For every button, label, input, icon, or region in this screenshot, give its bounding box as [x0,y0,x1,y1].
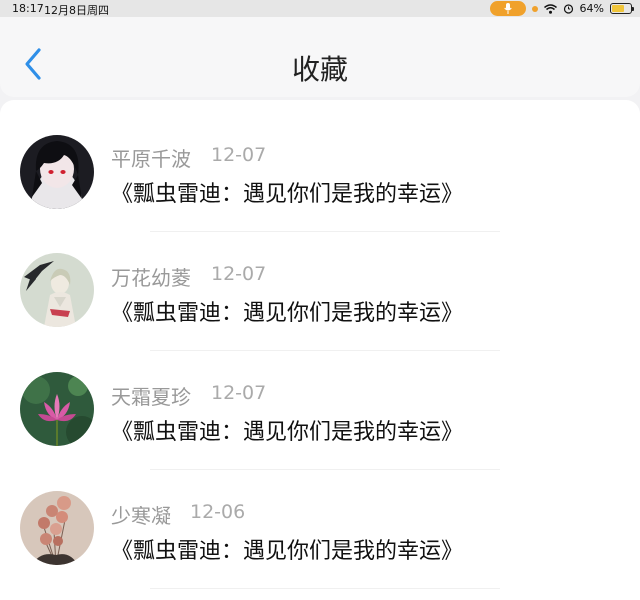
status-time: 18:17 [12,2,44,15]
avatar[interactable] [20,372,94,446]
date: 12-06 [190,501,246,523]
alarm-icon [563,4,573,14]
battery-fill [612,5,624,12]
nav-bar: 收藏 [0,17,640,97]
date: 12-07 [211,382,267,404]
favorites-list: 平原千波 12-07 《瓢虫雷迪：遇见你们是我的幸运》 万花幼菱 12-07 《… [0,100,640,600]
page-title: 收藏 [291,53,348,86]
battery-icon [610,3,634,14]
battery-percent: 64% [579,2,604,15]
list-item[interactable]: 万花幼菱 12-07 《瓢虫雷迪：遇见你们是我的幸运》 [0,219,640,337]
item-title[interactable]: 《瓢虫雷迪：遇见你们是我的幸运》 [111,176,463,208]
orange-dot-icon [531,5,538,12]
item-title[interactable]: 《瓢虫雷迪：遇见你们是我的幸运》 [111,295,463,327]
item-title[interactable]: 《瓢虫雷迪：遇见你们是我的幸运》 [111,533,463,565]
date: 12-07 [211,144,267,166]
divider [150,588,500,589]
status-bar: 18:17 12月8日周四 64% [0,0,640,17]
list-item[interactable]: 平原千波 12-07 《瓢虫雷迪：遇见你们是我的幸运》 [0,100,640,218]
avatar[interactable] [20,491,94,565]
list-item[interactable]: 天霜夏珍 12-07 《瓢虫雷迪：遇见你们是我的幸运》 [0,338,640,456]
status-date: 12月8日周四 [44,4,109,17]
mic-indicator [489,1,526,16]
avatar[interactable] [20,253,94,327]
date: 12-07 [211,263,267,285]
username: 天霜夏珍 [111,385,191,409]
item-title[interactable]: 《瓢虫雷迪：遇见你们是我的幸运》 [111,414,463,446]
username: 万花幼菱 [111,266,191,290]
microphone-icon [503,3,512,14]
username: 平原千波 [111,147,191,171]
wifi-icon [543,3,557,14]
list-item[interactable]: 少寒凝 12-06 《瓢虫雷迪：遇见你们是我的幸运》 [0,457,640,575]
username: 少寒凝 [111,504,171,528]
avatar[interactable] [20,135,94,209]
